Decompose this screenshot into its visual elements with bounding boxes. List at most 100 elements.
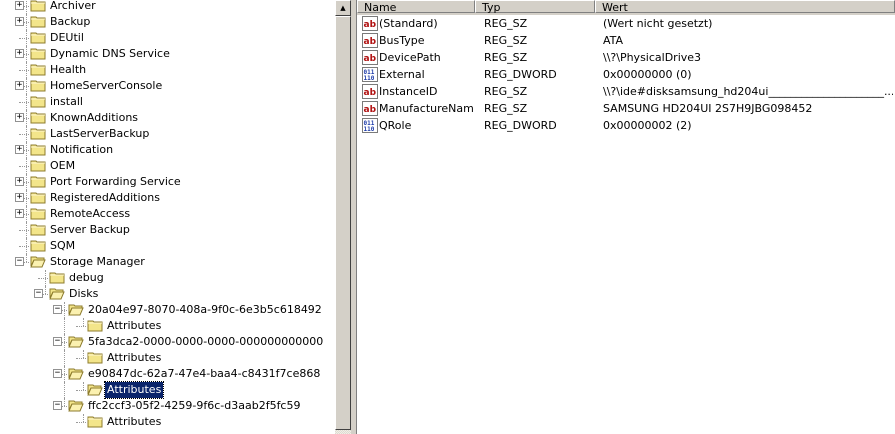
tree-vertical-scrollbar[interactable]: ▲	[335, 0, 351, 434]
expand-plus-icon[interactable]: +	[15, 177, 24, 186]
tree-node-label[interactable]: Health	[48, 62, 88, 78]
open-folder-icon	[30, 256, 46, 268]
tree-node[interactable]: + Port Forwarding Service	[0, 174, 335, 190]
tree-node-label[interactable]: OEM	[48, 158, 77, 174]
tree-node-label[interactable]: Attributes	[105, 414, 163, 430]
tree-node[interactable]: + RemoteAccess	[0, 206, 335, 222]
column-header-type[interactable]: Typ	[475, 0, 595, 14]
tree-node[interactable]: + Notification	[0, 142, 335, 158]
tree-connector-line	[83, 350, 84, 358]
tree-node[interactable]: debug	[0, 270, 335, 286]
value-data: \\?\ide#disksamsung_hd204ui_____________…	[603, 85, 893, 98]
tree-node[interactable]: − e90847dc-62a7-47e4-baa4-c8431f7ce868	[0, 366, 335, 382]
tree-node-label[interactable]: Attributes	[105, 318, 163, 334]
tree-node[interactable]: − ffc2ccf3-05f2-4259-9f6c-d3aab2f5fc59	[0, 398, 335, 414]
tree-connector-line	[38, 278, 48, 279]
tree-connector-line	[64, 318, 65, 334]
tree-node-label[interactable]: 5fa3dca2-0000-0000-0000-000000000000	[86, 334, 325, 350]
value-data: (Wert nicht gesetzt)	[603, 17, 713, 30]
tree-node[interactable]: + Archiver	[0, 0, 335, 14]
tree-node-label[interactable]: Server Backup	[48, 222, 132, 238]
column-header-data[interactable]: Wert	[595, 0, 895, 14]
collapse-minus-icon[interactable]: −	[53, 337, 62, 346]
tree-node[interactable]: Health	[0, 62, 335, 78]
tree-node-label[interactable]: Attributes	[105, 350, 163, 366]
collapse-minus-icon[interactable]: −	[15, 257, 24, 266]
tree-node[interactable]: + RegisteredAdditions	[0, 190, 335, 206]
collapse-minus-icon[interactable]: −	[53, 369, 62, 378]
folder-icon	[30, 240, 46, 252]
tree-node[interactable]: + KnownAdditions	[0, 110, 335, 126]
tree-node-label[interactable]: debug	[67, 270, 106, 286]
value-row[interactable]: ab BusType REG_SZ ATA	[357, 32, 895, 49]
scroll-up-arrow-icon[interactable]: ▲	[335, 0, 351, 16]
expand-plus-icon[interactable]: +	[15, 1, 24, 10]
value-row[interactable]: ab ManufactureName REG_SZ SAMSUNG HD204UI 2…	[357, 100, 895, 117]
expand-plus-icon[interactable]: +	[15, 145, 24, 154]
tree-connector-line	[19, 38, 29, 39]
tree-node[interactable]: OEM	[0, 158, 335, 174]
tree-node-label[interactable]: install	[48, 94, 85, 110]
tree-node-label[interactable]: RegisteredAdditions	[48, 190, 162, 206]
value-row[interactable]: 011 110 QRole REG_DWORD 0x00000002 (2)	[357, 117, 895, 134]
expand-plus-icon[interactable]: +	[15, 113, 24, 122]
expand-plus-icon[interactable]: +	[15, 209, 24, 218]
registry-key-tree[interactable]: + Archiver + Backup DEUtil + Dynamic DNS Servi…	[0, 0, 335, 434]
tree-node[interactable]: Server Backup	[0, 222, 335, 238]
tree-node[interactable]: + Dynamic DNS Service	[0, 46, 335, 62]
tree-node-label[interactable]: DEUtil	[48, 30, 86, 46]
tree-node-label[interactable]: 20a04e97-8070-408a-9f0c-6e3b5c618492	[86, 302, 324, 318]
folder-icon	[87, 416, 103, 428]
value-row[interactable]: ab DevicePath REG_SZ \\?\PhysicalDrive3	[357, 49, 895, 66]
tree-node-label[interactable]: RemoteAccess	[48, 206, 132, 222]
tree-node-label[interactable]: e90847dc-62a7-47e4-baa4-c8431f7ce868	[86, 366, 322, 382]
tree-node-label[interactable]: SQM	[48, 238, 77, 254]
tree-connector-line	[64, 398, 65, 406]
collapse-minus-icon[interactable]: −	[34, 289, 43, 298]
column-header-bar: Name Typ Wert	[357, 0, 895, 15]
collapse-minus-icon[interactable]: −	[53, 401, 62, 410]
tree-node[interactable]: Attributes	[0, 350, 335, 366]
expand-plus-icon[interactable]: +	[15, 49, 24, 58]
expand-plus-icon[interactable]: +	[15, 81, 24, 90]
tree-node[interactable]: Attributes	[0, 318, 335, 334]
tree-node-label[interactable]: KnownAdditions	[48, 110, 140, 126]
registry-values-list[interactable]: Name Typ Wert ab (Standard) REG_SZ (Wert ni…	[357, 0, 895, 434]
column-header-name[interactable]: Name	[357, 0, 475, 14]
scrollbar-thumb[interactable]	[335, 16, 351, 430]
tree-node[interactable]: Attributes	[0, 381, 335, 399]
tree-node-label[interactable]: Disks	[67, 286, 100, 302]
tree-connector-line	[19, 102, 29, 103]
value-data: 0x00000000 (0)	[603, 68, 692, 81]
expand-plus-icon[interactable]: +	[15, 17, 24, 26]
tree-node-label[interactable]: Storage Manager	[48, 254, 147, 270]
collapse-minus-icon[interactable]: −	[53, 305, 62, 314]
tree-node[interactable]: − Storage Manager	[0, 254, 335, 270]
tree-node[interactable]: + Backup	[0, 14, 335, 30]
value-row[interactable]: 011 110 External REG_DWORD 0x00000000 (0)	[357, 66, 895, 83]
tree-node[interactable]: + HomeServerConsole	[0, 78, 335, 94]
tree-node-label[interactable]: Backup	[48, 14, 92, 30]
expand-plus-icon[interactable]: +	[15, 193, 24, 202]
tree-node-label[interactable]: HomeServerConsole	[48, 78, 164, 94]
value-row[interactable]: ab (Standard) REG_SZ (Wert nicht gesetzt)	[357, 15, 895, 32]
tree-node[interactable]: SQM	[0, 238, 335, 254]
tree-node[interactable]: Attributes	[0, 414, 335, 430]
tree-node[interactable]: DEUtil	[0, 30, 335, 46]
tree-node-label[interactable]: Port Forwarding Service	[48, 174, 183, 190]
tree-node[interactable]: − 20a04e97-8070-408a-9f0c-6e3b5c618492	[0, 302, 335, 318]
tree-node-label[interactable]: Notification	[48, 142, 115, 158]
tree-node-label[interactable]: Dynamic DNS Service	[48, 46, 172, 62]
tree-node[interactable]: − 5fa3dca2-0000-0000-0000-000000000000	[0, 334, 335, 350]
binary-value-icon: 011110	[362, 67, 378, 82]
tree-node[interactable]: install	[0, 94, 335, 110]
tree-node[interactable]: LastServerBackup	[0, 126, 335, 142]
tree-node-label[interactable]: ffc2ccf3-05f2-4259-9f6c-d3aab2f5fc59	[86, 398, 302, 414]
tree-node-label[interactable]: Archiver	[48, 0, 98, 14]
tree-node-label[interactable]: LastServerBackup	[48, 126, 151, 142]
tree-node-label[interactable]: Attributes	[103, 381, 165, 399]
tree-node[interactable]: − Disks	[0, 286, 335, 302]
value-row[interactable]: ab InstanceID REG_SZ \\?\ide#disksamsung_hd…	[357, 83, 895, 100]
folder-icon	[30, 64, 46, 76]
folder-icon	[30, 80, 46, 92]
